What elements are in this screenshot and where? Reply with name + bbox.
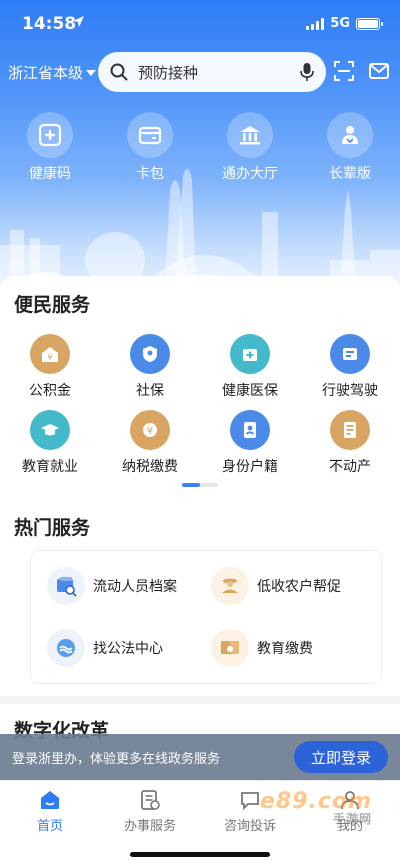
svg-text:¥: ¥: [147, 426, 153, 437]
status-bar: 14:58 5G: [0, 0, 400, 48]
service-label: 健康医保: [222, 383, 278, 399]
hot-service-farmer-aid[interactable]: 低收农户帮促: [211, 567, 341, 605]
education-fee-icon: [211, 629, 249, 667]
svg-text:¥: ¥: [47, 353, 52, 362]
service-label: 公积金: [29, 383, 71, 399]
legal-center-icon: [47, 629, 85, 667]
hot-service-label: 低收农户帮促: [257, 579, 341, 595]
shield-icon: [130, 334, 170, 374]
id-card-icon: [230, 410, 270, 450]
service-label: 行驶驾驶: [322, 383, 378, 399]
home-icon: [0, 789, 100, 811]
services-card: 便民服务 ¥ 公积金 社保 健康医保 行驶驾驶 教育就业 ¥ 纳税缴费 身份户籍…: [0, 276, 400, 696]
medical-kit-icon: [230, 334, 270, 374]
signal-icon: [306, 17, 325, 30]
network-type: 5G: [330, 16, 350, 31]
property-certificate-icon: [330, 410, 370, 450]
document-list-icon: [100, 789, 200, 811]
page-indicator: [182, 483, 218, 487]
login-prompt: 登录浙里办，体验更多在线政务服务: [12, 751, 221, 767]
service-housing-fund[interactable]: ¥ 公积金: [0, 334, 100, 400]
bottom-tab-bar: 首页 办事服务 咨询投诉 我的 e89.com 手游网: [0, 780, 400, 865]
tab-home[interactable]: 首页: [0, 781, 100, 841]
service-health-insurance[interactable]: 健康医保: [200, 334, 300, 400]
driving-license-icon: [330, 334, 370, 374]
search-bar[interactable]: 预防接种: [98, 52, 326, 92]
hot-service-mobile-archive[interactable]: 流动人员档案: [47, 567, 177, 605]
service-label: 社保: [136, 383, 164, 399]
tab-label: 首页: [36, 819, 63, 834]
login-banner: 登录浙里办，体验更多在线政务服务 立即登录: [0, 734, 400, 780]
service-label: 教育就业: [22, 459, 78, 475]
section-title-hot: 热门服务: [14, 517, 91, 539]
region-selector[interactable]: 浙江省本级: [8, 62, 97, 83]
hot-service-education-fee[interactable]: 教育缴费: [211, 629, 313, 667]
service-education-employment[interactable]: 教育就业: [0, 410, 100, 476]
login-button[interactable]: 立即登录: [294, 741, 388, 773]
tab-label: 办事服务: [123, 819, 176, 834]
caret-down-icon: [86, 69, 97, 76]
service-tax-payment[interactable]: ¥ 纳税缴费: [100, 410, 200, 476]
status-time: 14:58: [22, 14, 77, 34]
search-placeholder: 预防接种: [138, 63, 199, 82]
service-label: 身份户籍: [222, 459, 278, 475]
convenience-grid: ¥ 公积金 社保 健康医保 行驶驾驶 教育就业 ¥ 纳税缴费 身份户籍 不动产: [0, 334, 400, 476]
region-label: 浙江省本级: [8, 64, 84, 82]
scan-icon[interactable]: [333, 60, 355, 82]
search-icon: [110, 63, 128, 81]
location-arrow-icon: [73, 16, 84, 27]
housing-fund-icon: ¥: [30, 334, 70, 374]
section-title-convenience: 便民服务: [14, 294, 91, 316]
site-watermark: e89.com 手游网: [260, 789, 372, 827]
archive-icon: [47, 567, 85, 605]
city-skyline-illustration: [0, 168, 400, 290]
hot-services-box: 流动人员档案 低收农户帮促 找公法中心 教育缴费: [30, 550, 382, 684]
service-real-estate[interactable]: 不动产: [300, 410, 400, 476]
message-icon[interactable]: [368, 60, 390, 82]
hot-service-label: 找公法中心: [93, 641, 163, 657]
hot-service-label: 教育缴费: [257, 641, 313, 657]
tax-coin-icon: ¥: [130, 410, 170, 450]
section-divider: [0, 696, 400, 704]
tab-services[interactable]: 办事服务: [100, 781, 200, 841]
farmer-aid-icon: [211, 567, 249, 605]
service-household-registration[interactable]: 身份户籍: [200, 410, 300, 476]
graduation-cap-icon: [30, 410, 70, 450]
service-label: 不动产: [329, 459, 371, 475]
battery-icon: [356, 17, 383, 30]
service-social-security[interactable]: 社保: [100, 334, 200, 400]
service-driving[interactable]: 行驶驾驶: [300, 334, 400, 400]
hot-service-label: 流动人员档案: [93, 579, 177, 595]
header-hero: 14:58 5G 浙江省本级 预防接种 健康码 卡包 通办大厅 长辈版: [0, 0, 400, 290]
service-label: 纳税缴费: [122, 459, 178, 475]
hot-service-legal-center[interactable]: 找公法中心: [47, 629, 163, 667]
microphone-icon[interactable]: [300, 62, 314, 82]
home-indicator: [130, 852, 270, 857]
